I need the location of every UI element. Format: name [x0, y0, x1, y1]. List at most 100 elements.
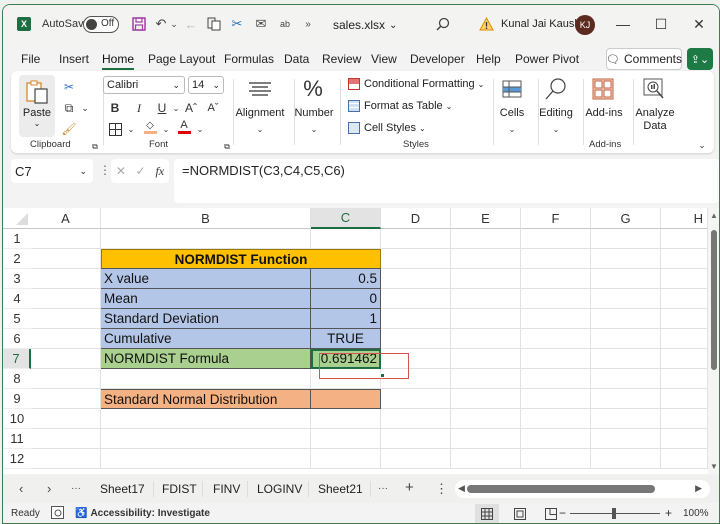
number-button[interactable]: Number [294, 107, 334, 119]
grid-cell[interactable] [381, 449, 451, 469]
grid-cell[interactable] [451, 349, 521, 369]
add-sheet-button[interactable]: + [405, 479, 414, 496]
cell-b7[interactable]: NORMDIST Formula [101, 349, 311, 369]
cell-c4[interactable]: 0 [311, 289, 381, 309]
grid-cell[interactable] [521, 329, 591, 349]
page-layout-view-icon[interactable] [508, 504, 532, 523]
tab-power-pivot[interactable]: Power Pivot [515, 52, 579, 66]
grid-cell[interactable] [311, 449, 381, 469]
row-header-6[interactable]: 6 [3, 329, 31, 349]
analyze-data-button[interactable]: Analyze Data [633, 107, 677, 133]
grid-cell[interactable] [591, 409, 661, 429]
cancel-icon[interactable]: ✕ [116, 164, 126, 178]
horizontal-scrollbar[interactable]: ◀ ▶ [455, 480, 710, 498]
zoom-slider-thumb[interactable] [612, 508, 616, 519]
fill-color-dropdown-icon[interactable]: ⌄ [158, 121, 174, 137]
grid-cell[interactable] [31, 309, 101, 329]
font-color-dropdown-icon[interactable]: ⌄ [192, 121, 208, 137]
grid-cell[interactable] [451, 409, 521, 429]
grid-cell[interactable] [521, 409, 591, 429]
paste-button[interactable]: Paste ⌄ [19, 75, 55, 137]
redo-arrow-icon[interactable]: ← [183, 16, 199, 32]
column-header-d[interactable]: D [381, 208, 451, 229]
avatar[interactable]: KJ [575, 15, 595, 35]
select-all-button[interactable] [3, 208, 31, 229]
grid-cell[interactable] [31, 269, 101, 289]
cell-c6[interactable]: TRUE [311, 329, 381, 349]
grid-cell[interactable] [451, 229, 521, 249]
grid-cell[interactable] [311, 409, 381, 429]
magnifier-icon[interactable] [544, 77, 568, 101]
increase-font-size-button[interactable]: Aˆ [183, 100, 199, 116]
copy-dropdown-icon[interactable]: ⌄ [77, 100, 93, 116]
grid-cell[interactable] [311, 429, 381, 449]
row-header-9[interactable]: 9 [3, 389, 31, 409]
grid-cell[interactable] [101, 369, 311, 389]
format-painter-icon[interactable]: 🖌 [61, 121, 77, 137]
grid-cell[interactable] [101, 229, 311, 249]
tab-review[interactable]: Review [322, 52, 361, 66]
scroll-up-icon[interactable]: ▲ [710, 211, 718, 220]
tab-home[interactable]: Home [102, 52, 135, 70]
cell-b6[interactable]: Cumulative [101, 329, 311, 349]
grid-cell[interactable] [381, 309, 451, 329]
zoom-level[interactable]: 100% [683, 508, 709, 519]
grid-cell[interactable] [31, 369, 101, 389]
grid-cell[interactable] [661, 269, 708, 289]
comments-button[interactable]: 🗨 Comments [606, 48, 682, 70]
collapse-ribbon-icon[interactable]: ⌄ [694, 137, 710, 153]
grid-cell[interactable] [451, 309, 521, 329]
enter-icon[interactable]: ✓ [136, 164, 146, 178]
cut-icon[interactable]: ✂ [229, 16, 245, 32]
undo-dropdown-icon[interactable]: ⌄ [166, 16, 182, 32]
column-header-g[interactable]: G [591, 208, 661, 229]
grid-cell[interactable] [521, 389, 591, 409]
grid-cell[interactable] [661, 289, 708, 309]
grid-cell[interactable] [661, 449, 708, 469]
zoom-out-button[interactable]: − [559, 506, 566, 520]
font-name-select[interactable]: Calibri ⌄ [103, 76, 185, 94]
grid-cell[interactable] [381, 229, 451, 249]
tab-file[interactable]: File [21, 52, 40, 66]
add-ins-icon[interactable] [591, 77, 615, 101]
file-name[interactable]: sales.xlsx ⌄ [333, 18, 397, 32]
grid-cell[interactable] [661, 309, 708, 329]
grid-cell[interactable] [661, 429, 708, 449]
grid-cell[interactable] [311, 229, 381, 249]
grid-cell[interactable] [31, 409, 101, 429]
row-header-7[interactable]: 7 [3, 349, 31, 369]
tab-formulas[interactable]: Formulas [224, 52, 274, 66]
sheet-options-handle[interactable]: ⋮ [435, 481, 448, 497]
grid-cell[interactable] [661, 249, 708, 269]
accessibility-status[interactable]: ♿ Accessibility: Investigate [75, 508, 210, 519]
grid-cell[interactable] [381, 429, 451, 449]
grid-cell[interactable] [451, 449, 521, 469]
grid-cell[interactable] [591, 229, 661, 249]
email-icon[interactable]: ✉ [253, 16, 269, 32]
spelling-icon[interactable]: ab [277, 16, 293, 32]
prev-sheet-button[interactable]: ‹ [19, 481, 23, 496]
format-as-table-button[interactable]: Format as Table ⌄ [348, 100, 452, 112]
grid-cell[interactable] [661, 409, 708, 429]
maximize-button[interactable]: ☐ [651, 15, 671, 33]
grid-cell[interactable] [381, 409, 451, 429]
cell-b3[interactable]: X value [101, 269, 311, 289]
grid-cell[interactable] [521, 449, 591, 469]
grid-cell[interactable] [31, 389, 101, 409]
tab-page-layout[interactable]: Page Layout [148, 52, 215, 66]
row-header-2[interactable]: 2 [3, 249, 31, 269]
grid-cell[interactable] [381, 289, 451, 309]
grid-cell[interactable] [521, 269, 591, 289]
cell-b9[interactable]: Standard Normal Distribution [101, 389, 311, 409]
column-header-h[interactable]: H [661, 208, 708, 229]
grid-cell[interactable] [31, 229, 101, 249]
grid-cell[interactable] [31, 429, 101, 449]
cells-icon[interactable] [501, 77, 523, 101]
zoom-slider[interactable] [570, 508, 660, 519]
tab-developer[interactable]: Developer [410, 52, 465, 66]
column-header-a[interactable]: A [31, 208, 101, 229]
cell-styles-button[interactable]: Cell Styles ⌄ [348, 122, 426, 134]
autosave-toggle[interactable]: Off [83, 16, 119, 33]
grid-cell[interactable] [451, 289, 521, 309]
bold-button[interactable]: B [107, 100, 123, 116]
